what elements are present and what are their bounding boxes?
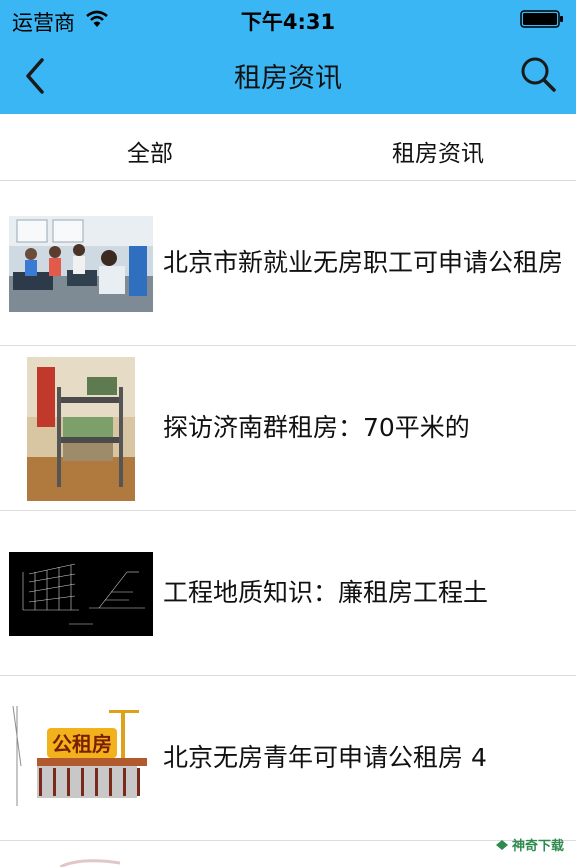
item-thumbnail xyxy=(9,552,153,636)
top-bar: 运营商 下午4:31 租房资讯 xyxy=(0,0,576,114)
watermark: 神奇下载 xyxy=(495,835,564,854)
list-item[interactable]: 公租房 北京无房青年可申请公租房 4 xyxy=(0,676,576,841)
item-title: 探访济南群租房：70平米的 xyxy=(163,413,470,442)
search-icon[interactable] xyxy=(518,54,558,94)
item-thumbnail xyxy=(9,216,153,312)
list-item[interactable]: 北京市新就业无房职工可申请公租房 xyxy=(0,181,576,346)
item-title: 北京无房青年可申请公租房 4 xyxy=(163,743,487,772)
battery-icon xyxy=(520,10,563,28)
watermark-text: 神奇下载 xyxy=(511,839,564,854)
item-thumbnail xyxy=(60,859,120,867)
watermark-logo-icon xyxy=(495,840,508,850)
news-list: 北京市新就业无房职工可申请公租房 探访济南群租房：70平米的 工程地质知识：廉租… xyxy=(0,181,576,867)
page-title: 租房资讯 xyxy=(234,63,342,94)
gonggong-zufang-logo-text: 公租房 xyxy=(52,732,112,756)
tab-all[interactable]: 全部 xyxy=(6,134,294,168)
item-title: 工程地质知识：廉租房工程土 xyxy=(163,578,489,607)
status-time: 下午4:31 xyxy=(240,10,336,34)
list-item[interactable]: 探访济南群租房：70平米的 xyxy=(0,346,576,511)
category-tabs: 全部 租房资讯 xyxy=(0,114,576,181)
status-bar: 运营商 下午4:31 xyxy=(0,0,576,38)
tab-rental-news[interactable]: 租房资讯 xyxy=(294,134,576,168)
item-thumbnail xyxy=(27,357,135,501)
svg-text:公租房: 公租房 xyxy=(52,732,112,756)
list-item-partial[interactable] xyxy=(0,841,576,867)
list-item[interactable]: 工程地质知识：廉租房工程土 xyxy=(0,511,576,676)
item-title: 北京市新就业无房职工可申请公租房 xyxy=(163,248,563,277)
nav-bar: 租房资讯 xyxy=(0,38,576,114)
